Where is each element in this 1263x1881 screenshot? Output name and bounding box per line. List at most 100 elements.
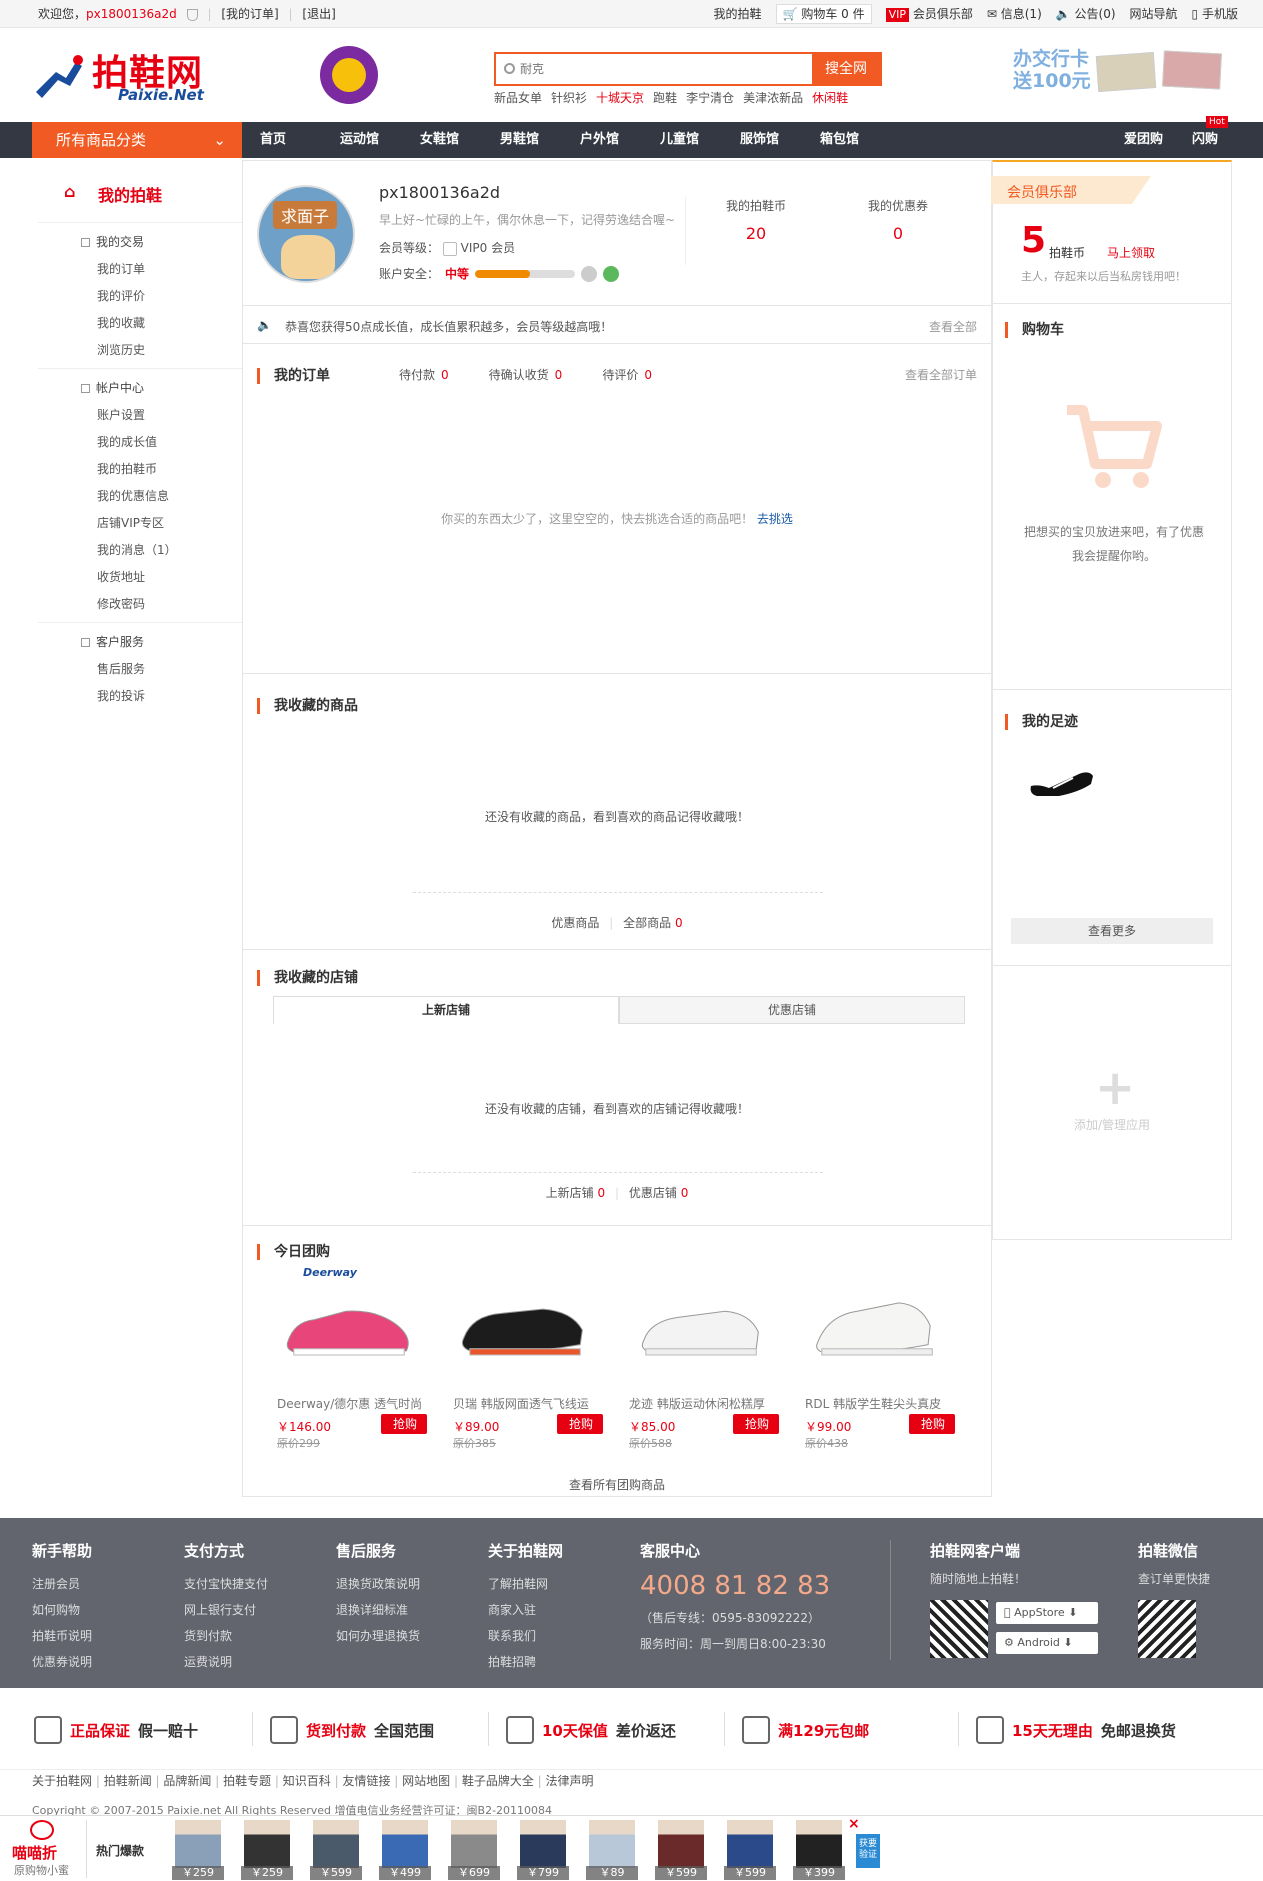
floating-deal-item[interactable]: ￥599 (724, 1820, 776, 1880)
sidebar-title[interactable]: ⌂ 我的拍鞋 (38, 160, 242, 218)
footer-link[interactable]: 商家入驻 (488, 1597, 563, 1623)
sidebar-item[interactable]: 我的投诉 (38, 683, 242, 710)
sidebar-item[interactable]: 我的消息（1） (38, 537, 242, 564)
nav-item[interactable]: 户外馆 (580, 122, 660, 158)
group-buy-product[interactable]: 龙迹 韩版运动休闲松糕厚 ￥85.00 原价588 抢购 (629, 1266, 779, 1451)
miaomiaozhe-logo[interactable]: 喵喵折 原购物小蜜 (10, 1820, 80, 1880)
appstore-button[interactable]:  AppStore ⬇ (996, 1602, 1098, 1624)
avatar[interactable]: 求面子 (257, 185, 355, 283)
nav-item[interactable]: 服饰馆 (740, 122, 820, 158)
footer-link[interactable]: 如何办理退换货 (336, 1623, 420, 1649)
sidebar-item[interactable]: 浏览历史 (38, 337, 242, 364)
cart-button[interactable]: 🛒 购物车 0 件 (775, 4, 872, 24)
buy-now-button[interactable]: 抢购 (732, 1414, 779, 1434)
sidebar-item[interactable]: 我的收藏 (38, 310, 242, 337)
floating-deal-item[interactable]: ￥259 (241, 1820, 293, 1880)
search-button[interactable]: 搜全网 (812, 54, 880, 84)
hot-word-link[interactable]: 针织衫 (551, 89, 587, 106)
view-all-notices-link[interactable]: 查看全部 (929, 318, 977, 335)
footer-link[interactable]: 运费说明 (184, 1649, 268, 1675)
product-name[interactable]: 贝瑞 韩版网面透气飞线运 (453, 1395, 603, 1412)
group-buy-product[interactable]: RDL 韩版学生鞋尖头真皮 ￥99.00 原价438 抢购 (805, 1266, 955, 1451)
order-status-tab[interactable]: 待评价 0 (602, 366, 652, 383)
footer-link[interactable]: 拍鞋币说明 (32, 1623, 92, 1649)
view-all-orders-link[interactable]: 查看全部订单 (905, 366, 977, 383)
product-name[interactable]: RDL 韩版学生鞋尖头真皮 (805, 1395, 955, 1412)
sidebar-item[interactable]: 店铺VIP专区 (38, 510, 242, 537)
claim-coins-link[interactable]: 马上领取 (1107, 244, 1155, 261)
my-paixie-menu[interactable]: 我的拍鞋 (714, 0, 762, 28)
messages-link[interactable]: ✉ 信息(1) (987, 0, 1042, 28)
product-image[interactable] (811, 1280, 941, 1380)
footer-link[interactable]: 支付宝快捷支付 (184, 1571, 268, 1597)
order-status-tab[interactable]: 待付款 0 (399, 366, 449, 383)
nav-item-group-buy[interactable]: 爱团购 (1124, 122, 1163, 158)
bottom-link[interactable]: 鞋子品牌大全 (462, 1774, 534, 1788)
mobile-link[interactable]: ▯ 手机版 (1192, 0, 1238, 28)
coins-stat[interactable]: 我的拍鞋币 20 (721, 197, 791, 243)
nav-item[interactable]: 儿童馆 (660, 122, 740, 158)
bottom-link[interactable]: 关于拍鞋网 (32, 1774, 92, 1788)
product-image[interactable] (459, 1280, 589, 1380)
order-status-tab[interactable]: 待确认收货 0 (489, 366, 563, 383)
sidebar-item[interactable]: 收货地址 (38, 564, 242, 591)
sidebar-group-title[interactable]: 帐户中心 (38, 375, 242, 402)
bottom-link[interactable]: 网站地图 (402, 1774, 450, 1788)
bottom-link[interactable]: 友情链接 (342, 1774, 390, 1788)
email-bind-icon[interactable] (581, 265, 598, 282)
username-link[interactable]: px1800136a2d (86, 7, 177, 21)
footer-link[interactable]: 退换详细标准 (336, 1597, 420, 1623)
sidebar-group-title[interactable]: 我的交易 (38, 229, 242, 256)
fav-shops-deal-link[interactable]: 优惠店铺 0 (629, 1186, 688, 1200)
close-icon[interactable]: × (848, 1816, 860, 1832)
bottom-link[interactable]: 品牌新闻 (163, 1774, 211, 1788)
product-name[interactable]: Deerway/德尔惠 透气时尚 (277, 1395, 427, 1412)
group-buy-product[interactable]: Deerway Deerway/德尔惠 透气时尚 ￥146.00 原价299 抢购 (277, 1266, 427, 1451)
footer-link[interactable]: 了解拍鞋网 (488, 1571, 563, 1597)
footer-link[interactable]: 注册会员 (32, 1571, 92, 1597)
sidebar-item[interactable]: 账户设置 (38, 402, 242, 429)
fav-goods-tab-all[interactable]: 全部商品 0 (623, 916, 682, 930)
floating-deal-item[interactable]: ￥799 (517, 1820, 569, 1880)
tab-new-shops[interactable]: 上新店铺 (273, 996, 619, 1024)
footer-link[interactable]: 如何购物 (32, 1597, 92, 1623)
coupons-stat[interactable]: 我的优惠券 0 (863, 197, 933, 243)
nav-item[interactable]: 女鞋馆 (420, 122, 500, 158)
footer-link[interactable]: 退换货政策说明 (336, 1571, 420, 1597)
my-order-link[interactable]: [我的订单] (221, 7, 278, 21)
floating-deal-item[interactable]: ￥499 (379, 1820, 431, 1880)
footer-link[interactable]: 拍鞋招聘 (488, 1649, 563, 1675)
bottom-link[interactable]: 拍鞋新闻 (104, 1774, 152, 1788)
footer-link[interactable]: 优惠券说明 (32, 1649, 92, 1675)
floating-deal-item[interactable]: ￥399 (793, 1820, 845, 1880)
site-nav-menu[interactable]: 网站导航 (1130, 0, 1178, 28)
bottom-link[interactable]: 法律声明 (546, 1774, 594, 1788)
sidebar-item[interactable]: 我的优惠信息 (38, 483, 242, 510)
sidebar-item[interactable]: 我的评价 (38, 283, 242, 310)
promo-sun-badge[interactable] (320, 46, 378, 104)
hot-word-link[interactable]: 新品女单 (494, 89, 542, 106)
sidebar-group-title[interactable]: 客户服务 (38, 629, 242, 656)
bottom-link[interactable]: 拍鞋专题 (223, 1774, 271, 1788)
footprint-shoe-image[interactable] (1029, 754, 1095, 798)
sidebar-item[interactable]: 我的订单 (38, 256, 242, 283)
add-app-label[interactable]: 添加/管理应用 (993, 1116, 1231, 1133)
footer-link[interactable]: 货到付款 (184, 1623, 268, 1649)
tab-deal-shops[interactable]: 优惠店铺 (619, 996, 965, 1024)
buy-now-button[interactable]: 抢购 (556, 1414, 603, 1434)
all-categories-menu[interactable]: 所有商品分类 ⌄ (32, 122, 242, 158)
group-buy-product[interactable]: 贝瑞 韩版网面透气飞线运 ￥89.00 原价385 抢购 (453, 1266, 603, 1451)
fav-shops-new-link[interactable]: 上新店铺 0 (546, 1186, 605, 1200)
floating-deal-item[interactable]: ￥89 (586, 1820, 638, 1880)
hot-word-link[interactable]: 休闲鞋 (812, 89, 848, 106)
product-image[interactable] (635, 1280, 765, 1380)
floating-deal-item[interactable]: ￥599 (655, 1820, 707, 1880)
buy-now-button[interactable]: 抢购 (908, 1414, 955, 1434)
footer-link[interactable]: 网上银行支付 (184, 1597, 268, 1623)
hot-word-link[interactable]: 十城天京 (596, 89, 644, 106)
sidebar-item[interactable]: 修改密码 (38, 591, 242, 618)
android-button[interactable]: ⚙ Android ⬇ (996, 1632, 1098, 1654)
view-all-group-buy-link[interactable]: 查看所有团购商品 (243, 1476, 991, 1493)
floating-deal-item[interactable]: ￥259 (172, 1820, 224, 1880)
buy-now-button[interactable]: 抢购 (380, 1414, 427, 1434)
